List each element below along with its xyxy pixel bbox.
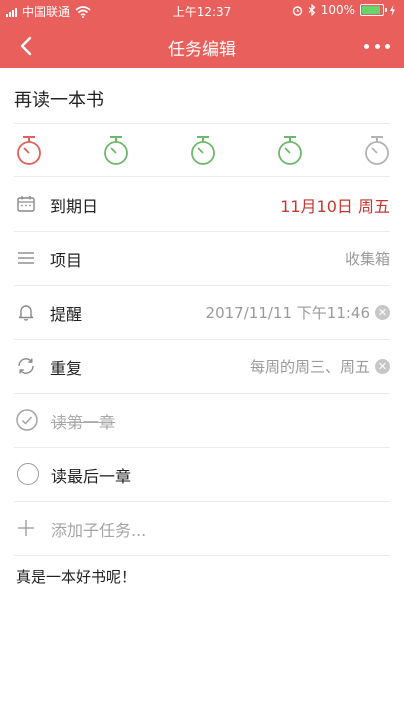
battery-fill (362, 6, 380, 14)
repeat-label: 重复 (50, 359, 83, 378)
list-icon (18, 252, 34, 264)
subtask-label: 读第一章 (51, 413, 116, 432)
repeat-row[interactable]: 重复 每周的周三、周五 ✕ (0, 339, 404, 393)
reminder-label: 提醒 (50, 305, 83, 324)
project-label: 项目 (50, 251, 83, 270)
battery-icon (360, 4, 387, 16)
stopwatch-icon[interactable] (14, 134, 44, 166)
add-subtask-row[interactable]: 添加子任务... (0, 501, 404, 555)
divider (14, 555, 390, 556)
due-date-row[interactable]: 到期日 11月10日 周五 (0, 177, 404, 231)
clear-repeat-icon[interactable]: ✕ (375, 359, 390, 374)
repeat-value: 每周的周三、周五 (249, 358, 370, 376)
task-title[interactable]: 再读一本书 (14, 86, 104, 112)
stopwatch-icon[interactable] (275, 134, 305, 166)
project-row[interactable]: 项目 收集箱 (0, 231, 404, 285)
stopwatch-icon[interactable] (188, 134, 218, 166)
due-date-value: 11月10日 周五 (280, 197, 390, 216)
due-date-label: 到期日 (50, 197, 99, 216)
timer-row (0, 124, 404, 176)
project-value: 收集箱 (344, 250, 390, 268)
stopwatch-icon[interactable] (362, 134, 392, 166)
reminder-row[interactable]: 提醒 2017/11/11 下午11:46 ✕ (0, 285, 404, 339)
charging-icon (390, 4, 395, 16)
subtask-label: 读最后一章 (51, 467, 132, 486)
subtask-item[interactable]: 读第一章 (0, 393, 404, 447)
stopwatch-icon[interactable] (101, 134, 131, 166)
nav-bar: 任务编辑 (0, 24, 404, 68)
subtask-item[interactable]: 读最后一章 (0, 447, 404, 501)
battery-percent: 100% (320, 3, 355, 17)
bell-icon (18, 305, 34, 321)
bluetooth-icon (308, 4, 316, 16)
checked-circle-icon[interactable] (15, 408, 39, 432)
clear-reminder-icon[interactable]: ✕ (375, 305, 390, 320)
more-options-icon[interactable] (364, 34, 390, 58)
app-header: 中国联通 上午12:37 100% 任务编辑 (0, 0, 404, 68)
repeat-icon (18, 358, 34, 374)
page-title: 任务编辑 (168, 40, 236, 60)
reminder-value: 2017/11/11 下午11:46 (205, 304, 370, 322)
alarm-icon (292, 5, 302, 16)
unchecked-circle-icon[interactable] (17, 463, 39, 485)
status-bar: 中国联通 上午12:37 100% (0, 0, 404, 22)
task-note[interactable]: 真是一本好书呢！ (16, 566, 136, 587)
calendar-icon (17, 196, 35, 212)
plus-icon (18, 520, 34, 536)
add-subtask-placeholder: 添加子任务... (51, 521, 147, 540)
